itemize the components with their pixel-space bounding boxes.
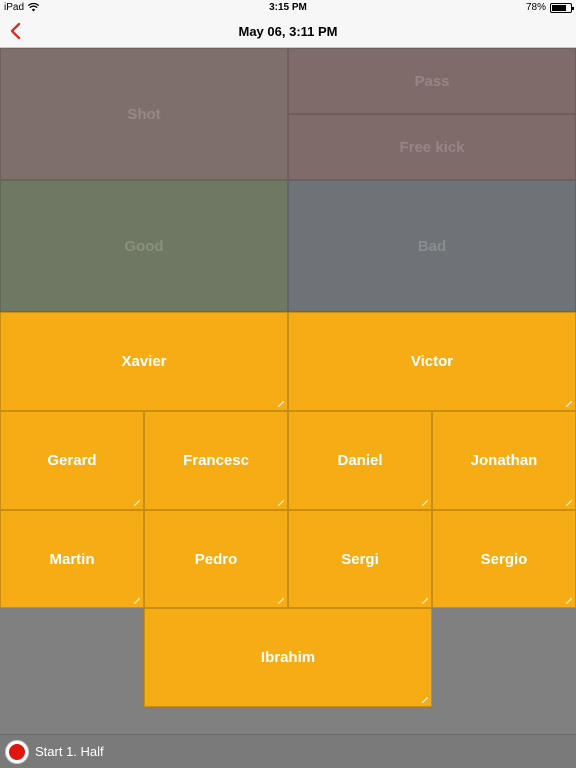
good-label: Good [124, 237, 164, 255]
player-name: Victor [410, 353, 454, 370]
resize-grip-icon [278, 598, 284, 604]
resize-grip-icon [566, 500, 572, 506]
free-kick-tile[interactable]: Free kick [288, 114, 576, 180]
player-name: Jonathan [470, 452, 538, 469]
bad-label: Bad [417, 237, 447, 255]
player-tile-sergi[interactable]: Sergi [288, 510, 432, 608]
resize-grip-icon [278, 401, 284, 407]
pass-label: Pass [414, 72, 450, 90]
player-tile-francesc[interactable]: Francesc [144, 411, 288, 510]
player-tile-jonathan[interactable]: Jonathan [432, 411, 576, 510]
player-name: Ibrahim [260, 649, 316, 666]
resize-grip-icon [422, 697, 428, 703]
start-half-label[interactable]: Start 1. Half [35, 744, 104, 759]
player-tile-gerard[interactable]: Gerard [0, 411, 144, 510]
player-name: Sergi [341, 550, 379, 568]
bottom-toolbar: Start 1. Half [0, 734, 576, 768]
free-kick-label: Free kick [399, 138, 465, 156]
resize-grip-icon [422, 598, 428, 604]
record-icon [9, 744, 25, 760]
player-name: Daniel [337, 452, 383, 469]
player-name: Xavier [121, 353, 167, 370]
player-tile-victor[interactable]: Victor [288, 312, 576, 411]
player-tile-martin[interactable]: Martin [0, 510, 144, 608]
page-title: May 06, 3:11 PM [238, 24, 338, 39]
status-time: 3:15 PM [269, 2, 307, 13]
resize-grip-icon [134, 598, 140, 604]
player-name: Pedro [194, 550, 238, 568]
player-name: Gerard [47, 452, 97, 469]
shot-tile[interactable]: Shot [0, 48, 288, 180]
player-tile-xavier[interactable]: Xavier [0, 312, 288, 411]
player-tile-pedro[interactable]: Pedro [144, 510, 288, 608]
status-right: 78% [525, 2, 574, 13]
shot-label: Shot [127, 105, 161, 123]
resize-grip-icon [134, 500, 140, 506]
battery-fill [552, 4, 567, 11]
pass-tile[interactable]: Pass [288, 48, 576, 114]
battery-percent: 78% [525, 2, 546, 13]
resize-grip-icon [278, 500, 284, 506]
bad-tile[interactable]: Bad [288, 180, 576, 312]
player-name: Francesc [183, 452, 249, 469]
good-tile[interactable]: Good [0, 180, 288, 312]
resize-grip-icon [422, 500, 428, 506]
record-button[interactable] [5, 740, 29, 764]
resize-grip-icon [566, 598, 572, 604]
player-tile-sergio[interactable]: Sergio [432, 510, 576, 608]
player-name: Martin [49, 550, 95, 568]
player-tile-ibrahim[interactable]: Ibrahim [144, 608, 432, 707]
battery-icon [550, 2, 574, 13]
resize-grip-icon [566, 401, 572, 407]
nav-bar: May 06, 3:11 PM [0, 15, 576, 48]
player-name: Sergio [480, 550, 528, 568]
player-tile-daniel[interactable]: Daniel [288, 411, 432, 510]
status-bar: iPad 3:15 PM 78% [0, 0, 576, 15]
